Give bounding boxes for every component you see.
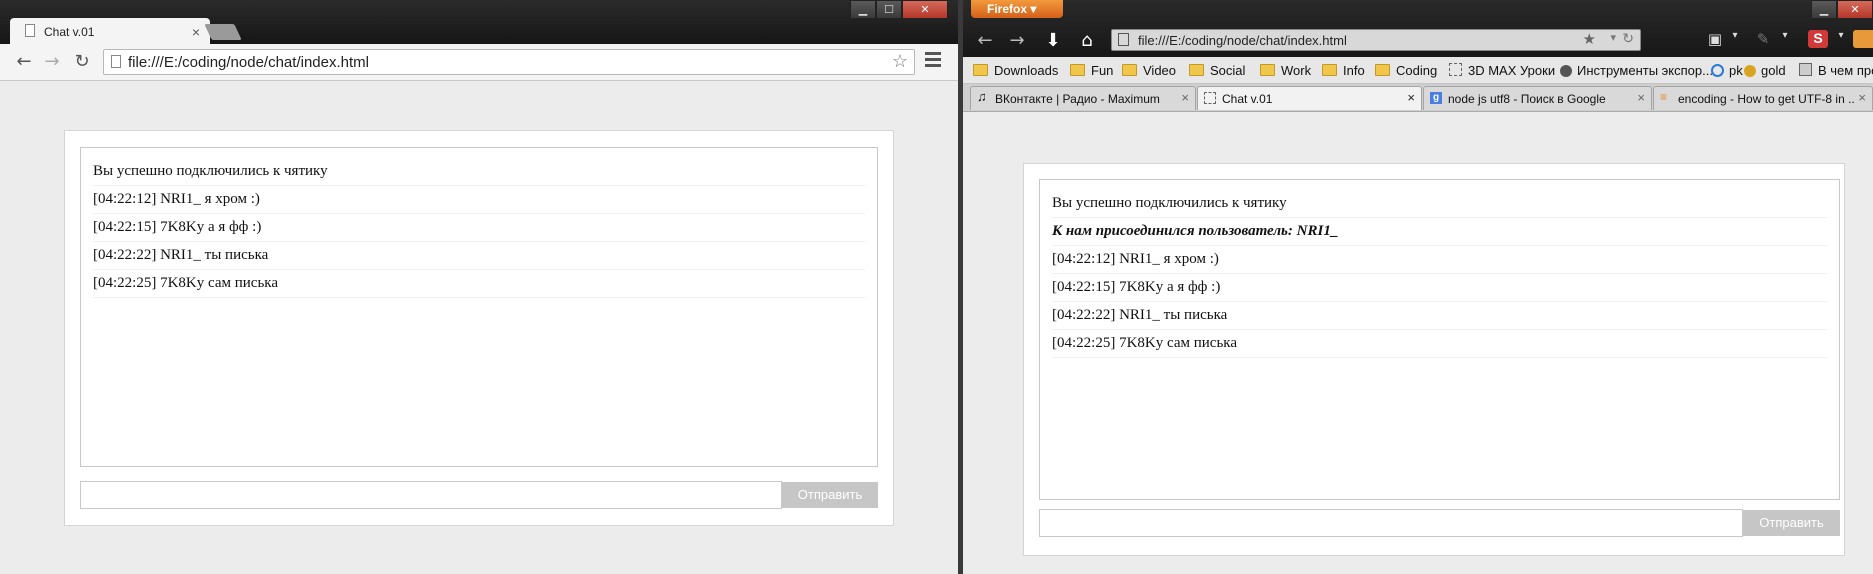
firefox-window: Firefox ▾ ▁ ✕ ← → ⬇ ⌂ file:///E:/coding/…	[963, 0, 1873, 574]
gear-icon	[1560, 65, 1572, 77]
tab-close-icon[interactable]: ×	[1177, 90, 1189, 105]
forward-arrow-icon[interactable]: →	[40, 51, 64, 72]
dropdown-arrow-icon[interactable]: ▾	[1725, 30, 1745, 48]
addon-s-icon[interactable]: S	[1808, 30, 1828, 48]
bookmark-item[interactable]: В чем проблема «пр	[1799, 63, 1873, 78]
bookmarks-toolbar: Downloads Fun Video Social Work Info Cod…	[963, 57, 1873, 84]
message-item: [04:22:15] 7K8Ky а я фф :)	[93, 214, 865, 242]
tab-google-search[interactable]: g node js utf8 - Поиск в Google ×	[1423, 86, 1652, 110]
minimize-button[interactable]: ▁	[1811, 0, 1837, 19]
message-item: [04:22:22] NRI1_ ты писька	[93, 242, 865, 270]
bookmark-item[interactable]: gold	[1744, 63, 1786, 78]
bookmark-item[interactable]: Инструменты экспор...	[1560, 63, 1713, 78]
bookmark-folder[interactable]: Downloads	[973, 63, 1058, 78]
page-icon	[111, 55, 121, 68]
folder-icon	[1189, 64, 1204, 76]
menu-icon[interactable]	[925, 52, 941, 70]
message-item: [04:22:25] 7K8Ky сам писька	[1052, 330, 1827, 358]
dropdown-arrow-icon[interactable]: ▾	[1831, 30, 1851, 48]
page-icon	[1799, 63, 1812, 76]
message-item: Вы успешно подключились к чятику	[93, 158, 865, 186]
forward-arrow-icon[interactable]: →	[1005, 30, 1029, 51]
send-button[interactable]: Отправить	[1743, 510, 1840, 536]
reload-icon[interactable]: ↻	[1622, 30, 1634, 47]
home-icon[interactable]: ⌂	[1075, 30, 1099, 51]
message-item: [04:22:15] 7K8Ky а я фф :)	[1052, 274, 1827, 302]
firefox-tab-strip: ♫ ВКонтакте | Радио - Maximum × Chat v.0…	[963, 84, 1873, 112]
address-url: file:///E:/coding/node/chat/index.html	[128, 54, 369, 71]
message-list: Вы успешно подключились к чятику [04:22:…	[80, 147, 878, 467]
reload-icon[interactable]: ↻	[70, 51, 94, 72]
close-button[interactable]: ✕	[1837, 0, 1873, 19]
tab-vkontakte[interactable]: ♫ ВКонтакте | Радио - Maximum ×	[970, 86, 1196, 110]
close-button[interactable]: ✕	[902, 0, 948, 19]
firefox-window-controls: ▁ ✕	[1811, 0, 1873, 19]
refresh-icon	[1711, 64, 1724, 77]
message-input[interactable]	[80, 481, 782, 509]
bookmark-folder[interactable]: Social	[1189, 63, 1245, 78]
folder-icon	[973, 64, 988, 76]
bookmark-folder[interactable]: Fun	[1070, 63, 1113, 78]
chrome-tab-chat[interactable]: Chat v.01 ×	[10, 18, 210, 46]
back-arrow-icon[interactable]: ←	[973, 30, 997, 51]
tab-close-icon[interactable]: ×	[1854, 90, 1866, 105]
chrome-toolbar: ← → ↻ file:///E:/coding/node/chat/index.…	[0, 44, 958, 81]
folder-icon	[1322, 64, 1337, 76]
dropdown-arrow-icon[interactable]: ▾	[1610, 31, 1616, 44]
addon-icon[interactable]	[1853, 30, 1873, 48]
firefox-menu-label: Firefox	[987, 2, 1028, 16]
message-item: Вы успешно подключились к чятику	[1052, 190, 1827, 218]
bookmark-star-icon[interactable]: ☆	[892, 51, 908, 72]
message-input[interactable]	[1039, 509, 1743, 537]
bookmark-folder[interactable]: Work	[1260, 63, 1311, 78]
page-icon	[1449, 63, 1462, 76]
message-item: [04:22:25] 7K8Ky сам писька	[93, 270, 865, 298]
stack-icon: ≡	[1660, 90, 1668, 104]
music-note-icon: ♫	[977, 89, 987, 104]
message-item: [04:22:12] NRI1_ я хром :)	[1052, 246, 1827, 274]
message-item: [04:22:12] NRI1_ я хром :)	[93, 186, 865, 214]
message-list: Вы успешно подключились к чятику К нам п…	[1039, 179, 1840, 500]
maximize-button[interactable]: ☐	[876, 0, 902, 19]
addon-icon[interactable]: ✎	[1753, 30, 1773, 48]
system-message: К нам присоединился пользователь: NRI1_	[1052, 218, 1827, 246]
tab-chat[interactable]: Chat v.01 ×	[1197, 86, 1422, 110]
bookmarks-menu-icon[interactable]: ▣	[1705, 30, 1725, 48]
google-icon: g	[1430, 92, 1442, 104]
page-icon	[25, 24, 35, 37]
folder-icon	[1260, 64, 1275, 76]
back-arrow-icon[interactable]: ←	[12, 51, 36, 72]
bookmark-folder[interactable]: Video	[1122, 63, 1176, 78]
dropdown-arrow-icon[interactable]: ▾	[1775, 30, 1795, 48]
download-icon[interactable]: ⬇	[1041, 30, 1065, 51]
chrome-window: Chat v.01 × ▁ ☐ ✕ ← → ↻ file:///E:/codin…	[0, 0, 958, 574]
bookmark-folder[interactable]: Info	[1322, 63, 1365, 78]
chat-container: Вы успешно подключились к чятику К нам п…	[1023, 163, 1845, 556]
folder-icon	[1122, 64, 1137, 76]
tab-close-icon[interactable]: ×	[1633, 90, 1645, 105]
firefox-address-bar[interactable]: file:///E:/coding/node/chat/index.html ★…	[1111, 29, 1641, 51]
new-tab-button[interactable]	[204, 24, 242, 40]
page-icon	[1204, 92, 1216, 104]
chrome-tab-title: Chat v.01	[44, 25, 95, 39]
chrome-window-controls: ▁ ☐ ✕	[850, 0, 948, 19]
tab-stackoverflow[interactable]: ≡ encoding - How to get UTF-8 in ... ×	[1653, 86, 1873, 110]
bookmark-item[interactable]: 3D MAX Уроки	[1387, 63, 1555, 78]
coin-icon	[1744, 65, 1756, 77]
bookmark-star-icon[interactable]: ★	[1583, 30, 1596, 48]
message-item: [04:22:22] NRI1_ ты писька	[1052, 302, 1827, 330]
tab-close-icon[interactable]: ×	[1407, 90, 1415, 105]
firefox-menu-button[interactable]: Firefox ▾	[971, 0, 1063, 18]
firefox-title-bar: Firefox ▾ ▁ ✕ ← → ⬇ ⌂ file:///E:/coding/…	[963, 0, 1873, 57]
page-icon	[1118, 33, 1129, 46]
firefox-address-url: file:///E:/coding/node/chat/index.html	[1138, 33, 1347, 48]
tab-close-icon[interactable]: ×	[192, 24, 200, 40]
address-bar[interactable]: file:///E:/coding/node/chat/index.html ☆	[103, 49, 915, 75]
bookmark-item[interactable]: pk	[1711, 63, 1743, 78]
folder-icon	[1070, 64, 1085, 76]
chat-container: Вы успешно подключились к чятику [04:22:…	[64, 130, 894, 526]
chrome-title-bar: Chat v.01 × ▁ ☐ ✕	[0, 0, 958, 46]
minimize-button[interactable]: ▁	[850, 0, 876, 19]
send-button[interactable]: Отправить	[782, 482, 878, 508]
